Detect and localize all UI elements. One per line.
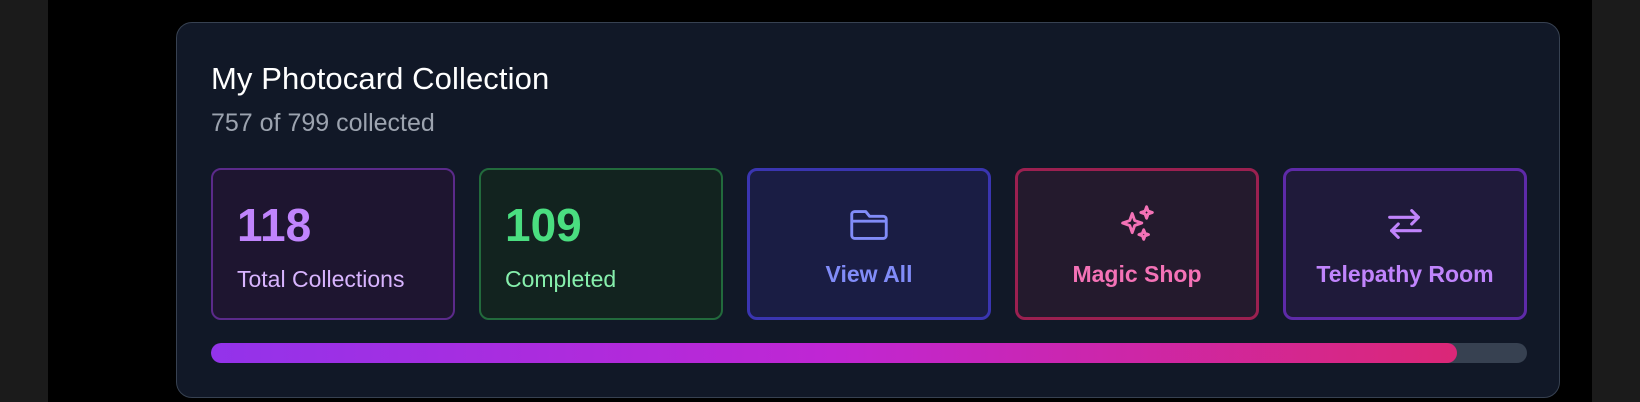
magic-shop-label: Magic Shop bbox=[1072, 261, 1202, 287]
collection-progress-fill bbox=[211, 343, 1458, 363]
stat-total-collections: 118 Total Collections bbox=[211, 168, 455, 320]
stat-label: Completed bbox=[505, 266, 617, 292]
view-all-label: View All bbox=[825, 261, 913, 287]
photocard-collection-card: My Photocard Collection 757 of 799 colle… bbox=[176, 22, 1560, 398]
stat-value: 109 bbox=[505, 199, 582, 251]
stat-completed: 109 Completed bbox=[479, 168, 723, 320]
sparkles-icon bbox=[1114, 201, 1160, 247]
collection-subtitle: 757 of 799 collected bbox=[211, 109, 435, 137]
arrows-swap-icon bbox=[1382, 201, 1428, 247]
folder-icon bbox=[846, 201, 892, 247]
telepathy-room-label: Telepathy Room bbox=[1316, 261, 1494, 287]
telepathy-room-button[interactable]: Telepathy Room bbox=[1283, 168, 1527, 320]
collection-progress-bar bbox=[211, 343, 1527, 363]
stat-label: Total Collections bbox=[237, 266, 405, 292]
stat-value: 118 bbox=[237, 199, 312, 251]
collection-title: My Photocard Collection bbox=[211, 61, 550, 96]
magic-shop-button[interactable]: Magic Shop bbox=[1015, 168, 1259, 320]
view-all-button[interactable]: View All bbox=[747, 168, 991, 320]
page-frame: My Photocard Collection 757 of 799 colle… bbox=[48, 0, 1592, 402]
